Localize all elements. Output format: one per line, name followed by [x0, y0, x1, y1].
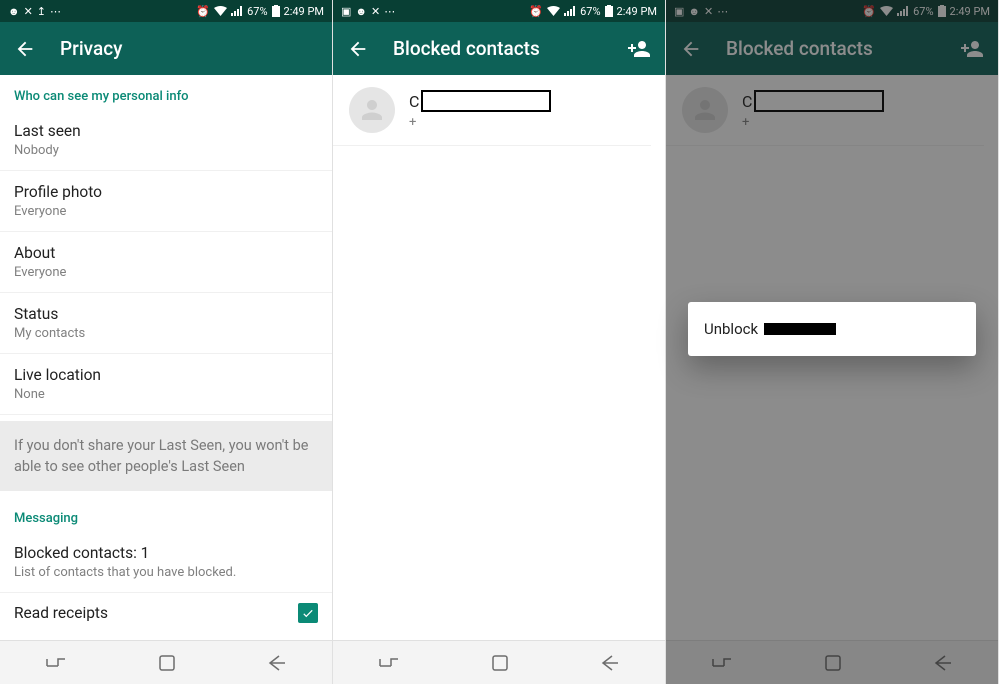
time-text: 2:49 PM — [284, 5, 324, 18]
setting-live-location[interactable]: Live location None — [0, 354, 332, 415]
avatar-icon — [349, 87, 395, 133]
recents-button[interactable] — [712, 654, 732, 672]
status-bar: ☻ ✕ ↥ ⋯ ⏰ 67% 2:49 PM — [0, 0, 332, 22]
image-icon: ▣ — [341, 5, 351, 18]
setting-blocked-contacts[interactable]: Blocked contacts: 1 List of contacts tha… — [0, 532, 332, 593]
unblock-dialog[interactable]: Unblock — [688, 302, 976, 356]
contact-name-letter: C — [742, 92, 752, 111]
redacted-name — [754, 90, 884, 112]
app-bar: Blocked contacts — [333, 22, 665, 75]
setting-value: Nobody — [14, 143, 318, 158]
privacy-content: Who can see my personal info Last seen N… — [0, 75, 332, 640]
add-contact-button[interactable] — [956, 33, 988, 65]
sync-icon: ✕ — [704, 5, 713, 18]
globe-icon: ☻ — [355, 5, 367, 18]
recents-button[interactable] — [46, 654, 66, 672]
phone-unblock-dialog-screen: ▣ ☻ ✕ ⋯ ⏰ 67% 2:49 PM Blocked contacts — [666, 0, 999, 684]
recents-button[interactable] — [379, 654, 399, 672]
status-bar: ▣ ☻ ✕ ⋯ ⏰ 67% 2:49 PM — [333, 0, 665, 22]
setting-value: None — [14, 387, 318, 402]
battery-icon — [272, 5, 280, 17]
setting-profile-photo[interactable]: Profile photo Everyone — [0, 171, 332, 232]
system-nav-bar — [666, 640, 998, 684]
setting-read-receipts[interactable]: Read receipts — [0, 593, 332, 623]
back-nav-button[interactable] — [934, 655, 952, 671]
wifi-icon — [214, 6, 227, 16]
checkbox-checked-icon[interactable] — [298, 603, 318, 623]
wifi-icon — [547, 6, 560, 16]
phone-privacy-screen: ☻ ✕ ↥ ⋯ ⏰ 67% 2:49 PM Privacy Who can se… — [0, 0, 333, 684]
page-title: Blocked contacts — [393, 37, 603, 60]
blocked-contact-row[interactable]: C + — [666, 75, 984, 146]
home-button[interactable] — [159, 655, 175, 671]
section-messaging: Messaging — [0, 497, 332, 532]
more-icon: ⋯ — [50, 5, 61, 18]
avatar-icon — [682, 87, 728, 133]
blocked-list-content: C + — [666, 75, 998, 640]
contact-name-letter: C — [409, 92, 419, 111]
phone-blocked-contacts-screen: ▣ ☻ ✕ ⋯ ⏰ 67% 2:49 PM Blocked contacts — [333, 0, 666, 684]
setting-value: List of contacts that you have blocked. — [14, 565, 318, 580]
battery-text: 67% — [247, 5, 267, 18]
setting-label: Last seen — [14, 122, 318, 140]
alarm-icon: ⏰ — [862, 5, 876, 18]
image-icon: ▣ — [674, 5, 684, 18]
battery-text: 67% — [913, 5, 933, 18]
contact-number-prefix: + — [409, 115, 416, 130]
sync-icon: ✕ — [24, 5, 33, 18]
setting-value: My contacts — [14, 326, 318, 341]
setting-label: Blocked contacts: 1 — [14, 544, 318, 562]
more-icon: ⋯ — [384, 5, 395, 18]
back-button[interactable] — [10, 34, 40, 64]
redacted-name — [421, 90, 551, 112]
time-text: 2:49 PM — [950, 5, 990, 18]
battery-icon — [938, 5, 946, 17]
contact-number-prefix: + — [742, 115, 749, 130]
back-nav-button[interactable] — [601, 655, 619, 671]
section-personal-info: Who can see my personal info — [0, 75, 332, 110]
add-contact-button[interactable] — [623, 33, 655, 65]
signal-icon — [564, 6, 576, 16]
back-button[interactable] — [676, 34, 706, 64]
blocked-contact-row[interactable]: C + — [333, 75, 651, 146]
sync-icon: ✕ — [371, 5, 380, 18]
globe-icon: ☻ — [8, 5, 20, 18]
setting-last-seen[interactable]: Last seen Nobody — [0, 110, 332, 171]
setting-label: Status — [14, 305, 318, 323]
setting-label: About — [14, 244, 318, 262]
blocked-list-content: C + — [333, 75, 665, 640]
home-button[interactable] — [825, 655, 841, 671]
alarm-icon: ⏰ — [196, 5, 210, 18]
alarm-icon: ⏰ — [529, 5, 543, 18]
app-bar: Privacy — [0, 22, 332, 75]
unblock-label: Unblock — [704, 320, 758, 338]
system-nav-bar — [333, 640, 665, 684]
app-bar: Blocked contacts — [666, 22, 998, 75]
setting-value: Everyone — [14, 204, 318, 219]
wifi-icon — [880, 6, 893, 16]
setting-label: Profile photo — [14, 183, 318, 201]
home-button[interactable] — [492, 655, 508, 671]
redacted-name — [764, 323, 836, 335]
battery-text: 67% — [580, 5, 600, 18]
setting-label: Read receipts — [14, 604, 298, 622]
back-button[interactable] — [343, 34, 373, 64]
setting-about[interactable]: About Everyone — [0, 232, 332, 293]
time-text: 2:49 PM — [617, 5, 657, 18]
page-title: Privacy — [60, 37, 322, 60]
setting-value: Everyone — [14, 265, 318, 280]
status-bar: ▣ ☻ ✕ ⋯ ⏰ 67% 2:49 PM — [666, 0, 998, 22]
battery-icon — [605, 5, 613, 17]
setting-label: Live location — [14, 366, 318, 384]
back-nav-button[interactable] — [268, 655, 286, 671]
upload-icon: ↥ — [37, 5, 46, 18]
page-title: Blocked contacts — [726, 37, 936, 60]
globe-icon: ☻ — [688, 5, 700, 18]
signal-icon — [231, 6, 243, 16]
last-seen-info: If you don't share your Last Seen, you w… — [0, 421, 332, 491]
setting-status[interactable]: Status My contacts — [0, 293, 332, 354]
more-icon: ⋯ — [717, 5, 728, 18]
system-nav-bar — [0, 640, 332, 684]
signal-icon — [897, 6, 909, 16]
